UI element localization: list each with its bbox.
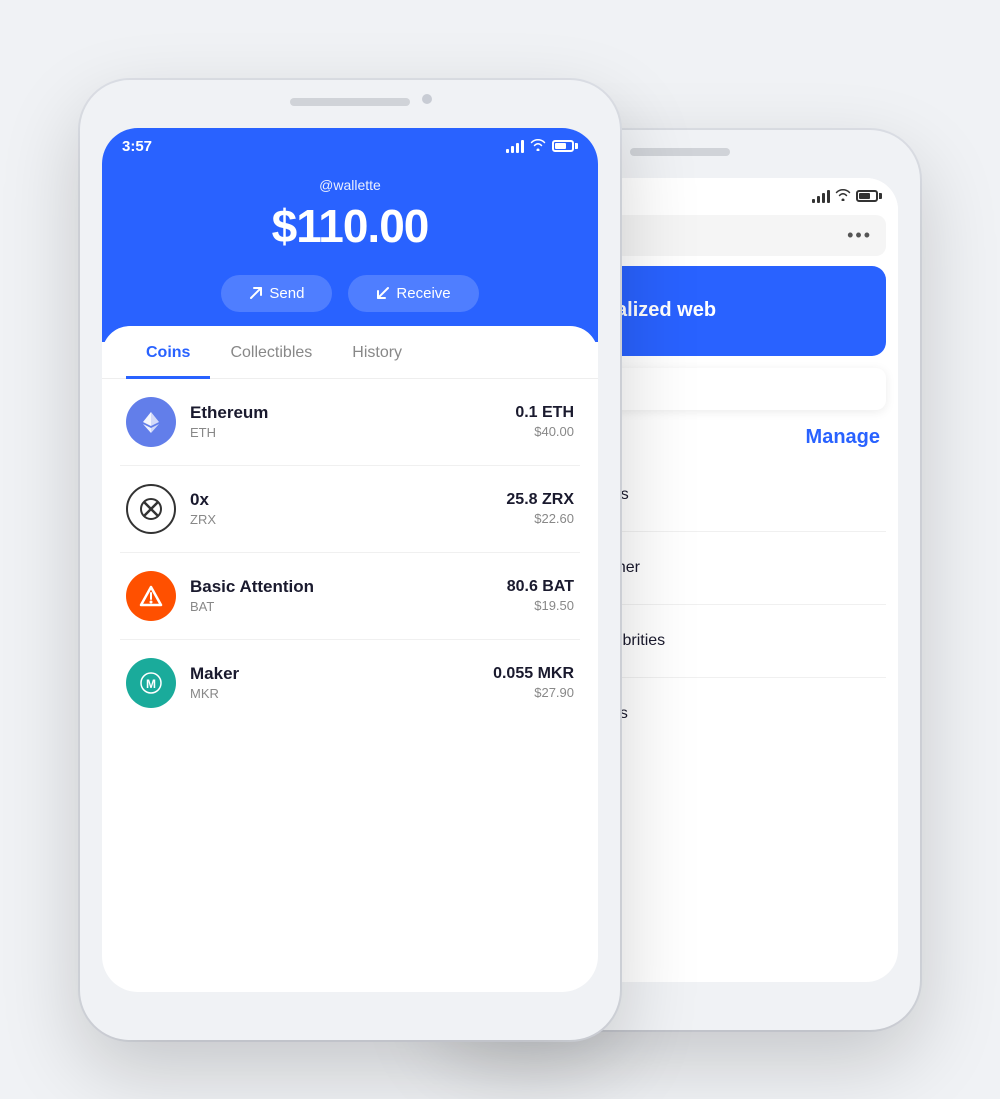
mkr-icon: M [126,658,176,708]
mkr-ticker: MKR [190,686,479,701]
zrx-icon [126,484,176,534]
coin-item-bat[interactable]: Basic Attention BAT 80.6 BAT $19.50 [120,553,580,640]
coin-item-zrx[interactable]: 0x ZRX 25.8 ZRX $22.60 [120,466,580,553]
bat-info: Basic Attention BAT [190,577,493,614]
eth-icon [126,397,176,447]
tab-collectibles[interactable]: Collectibles [210,326,332,379]
mkr-amounts: 0.055 MKR $27.90 [493,665,574,700]
send-label: Send [269,285,304,302]
battery-icon [552,140,578,152]
bat-crypto: 80.6 BAT [507,578,574,596]
bat-usd: $19.50 [507,598,574,613]
mkr-crypto: 0.055 MKR [493,665,574,683]
back-battery-icon [856,190,882,202]
back-phone-notch [630,148,730,156]
back-wifi-icon [835,188,851,205]
hero-username: @wallette [122,177,578,193]
eth-amounts: 0.1 ETH $40.00 [515,404,574,439]
coin-item-eth[interactable]: Ethereum ETH 0.1 ETH $40.00 [120,379,580,466]
receive-label: Receive [396,285,450,302]
status-time: 3:57 [122,138,152,155]
zrx-amounts: 25.8 ZRX $22.60 [506,491,574,526]
eth-name: Ethereum [190,403,501,423]
mkr-name: Maker [190,664,479,684]
bat-amounts: 80.6 BAT $19.50 [507,578,574,613]
tab-coins[interactable]: Coins [126,326,210,379]
back-status-icons [812,188,882,205]
hero-actions: Send Receive [122,275,578,312]
eth-info: Ethereum ETH [190,403,501,440]
front-camera-dot [422,94,432,104]
front-phone: 3:57 [80,80,620,1040]
hero-balance: $110.00 [122,199,578,253]
zrx-info: 0x ZRX [190,490,492,527]
zrx-ticker: ZRX [190,512,492,527]
mkr-usd: $27.90 [493,685,574,700]
zrx-crypto: 25.8 ZRX [506,491,574,509]
bat-ticker: BAT [190,599,493,614]
status-icons [506,138,578,154]
eth-crypto: 0.1 ETH [515,404,574,422]
front-phone-notch [290,98,410,106]
svg-text:M: M [146,677,156,691]
scene: coinbase.com ••• ecentralized web er DAp… [50,50,950,1050]
eth-usd: $40.00 [515,424,574,439]
tabs: Coins Collectibles History [102,326,598,379]
zrx-name: 0x [190,490,492,510]
mkr-info: Maker MKR [190,664,479,701]
eth-ticker: ETH [190,425,501,440]
send-button[interactable]: Send [221,275,332,312]
status-bar: 3:57 [102,128,598,163]
receive-button[interactable]: Receive [348,275,478,312]
zrx-usd: $22.60 [506,511,574,526]
coin-list: Ethereum ETH 0.1 ETH $40.00 [102,379,598,726]
signal-icon [506,139,524,153]
bat-icon [126,571,176,621]
back-menu-dots[interactable]: ••• [847,225,872,246]
tab-history[interactable]: History [332,326,422,379]
hero-section: @wallette $110.00 Send [102,163,598,342]
front-phone-screen: 3:57 [102,128,598,992]
coin-item-mkr[interactable]: M Maker MKR 0.055 MKR $27.90 [120,640,580,726]
back-signal-icon [812,189,830,203]
wifi-icon [530,138,546,154]
bat-name: Basic Attention [190,577,493,597]
